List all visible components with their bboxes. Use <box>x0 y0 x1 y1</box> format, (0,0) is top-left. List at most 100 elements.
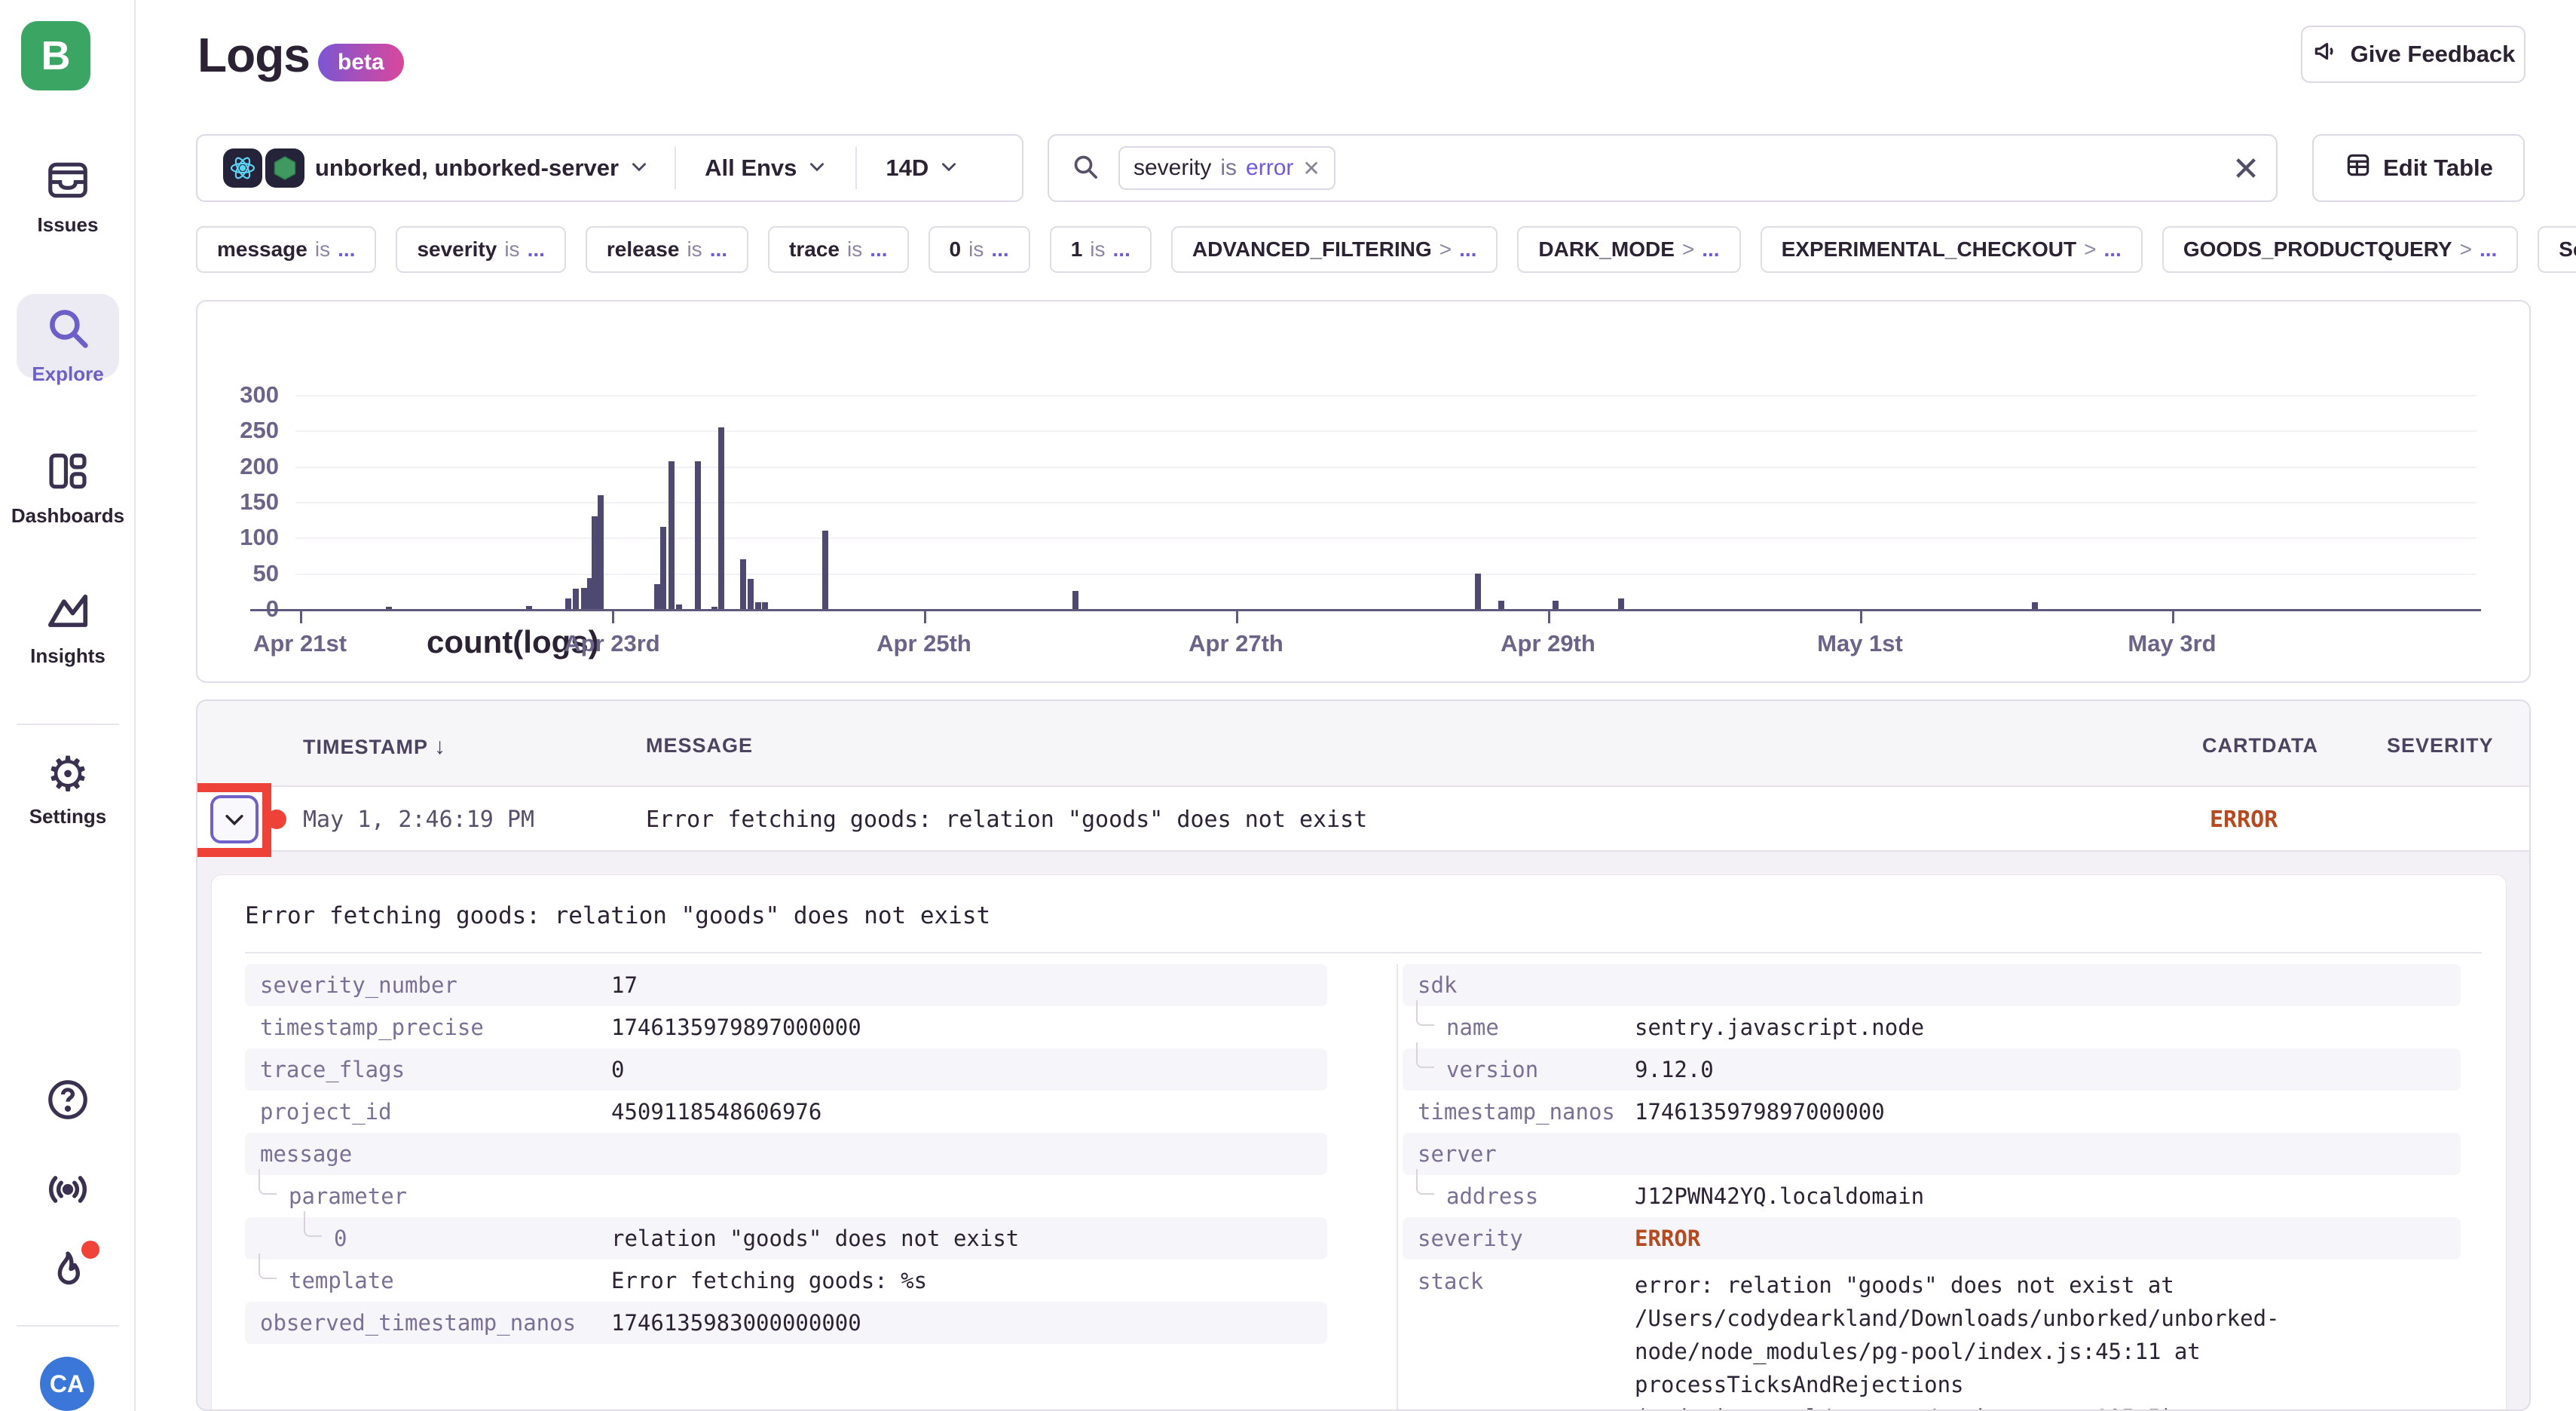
sidebar-item-label: Issues <box>38 213 99 237</box>
tree-connector <box>1416 1169 1434 1195</box>
sidebar-item-dashboards[interactable]: Dashboards <box>0 448 136 528</box>
filter-chip[interactable]: See full list <box>2538 226 2576 273</box>
page-title: Logs <box>197 27 310 83</box>
detail-attribute-row: observed_timestamp_nanos1746135983000000… <box>245 1302 1327 1344</box>
col-severity[interactable]: SEVERITY <box>2387 734 2494 758</box>
y-axis-tick-label: 200 <box>211 453 279 480</box>
chart-bar[interactable] <box>526 606 532 609</box>
chip-key: See full list <box>2559 237 2576 262</box>
chevron-down-icon <box>807 157 827 180</box>
chart-bar[interactable] <box>822 531 828 609</box>
clear-search-button[interactable]: ✕ <box>2225 148 2267 190</box>
logs-table: TIMESTAMP ↓ MESSAGE CARTDATA SEVERITY Ma… <box>196 699 2531 1411</box>
chart-bar[interactable] <box>748 579 754 609</box>
filter-chip[interactable]: traceis... <box>768 226 909 273</box>
chart-bar[interactable] <box>592 516 598 609</box>
chart-bar[interactable] <box>762 602 768 609</box>
chip-op: is <box>315 237 330 262</box>
chart-bar[interactable] <box>565 598 571 609</box>
filter-chip[interactable]: ADVANCED_FILTERING>... <box>1171 226 1498 273</box>
token-remove-icon[interactable]: ✕ <box>1302 156 1320 181</box>
chart-bar[interactable] <box>668 461 675 609</box>
chart-bar[interactable] <box>598 495 604 609</box>
megaphone-icon <box>2311 37 2340 72</box>
chart-bar[interactable] <box>1498 601 1504 609</box>
search-filter-token[interactable]: severity is error ✕ <box>1118 146 1335 190</box>
chart-bar[interactable] <box>695 461 701 609</box>
gridline <box>295 574 2477 575</box>
dashboards-icon <box>44 448 91 498</box>
chip-op: is <box>504 237 519 262</box>
chart-bar[interactable] <box>2032 602 2038 609</box>
attribute-key: 0 <box>334 1226 347 1251</box>
chart-bar[interactable] <box>1475 574 1481 609</box>
chip-op: > <box>1682 237 1694 262</box>
gear-icon: ⚙ <box>46 749 89 799</box>
col-cartdata[interactable]: CARTDATA <box>2202 734 2318 758</box>
chart-bar[interactable] <box>1618 598 1624 609</box>
attribute-key: message <box>260 1141 352 1167</box>
sidebar-item-label: Settings <box>29 805 107 828</box>
attribute-value: 17 <box>611 972 638 998</box>
filter-chip[interactable]: releaseis... <box>586 226 748 273</box>
filter-chip[interactable]: severityis... <box>396 226 565 273</box>
chip-key: ADVANCED_FILTERING <box>1192 237 1432 262</box>
chart-bar[interactable] <box>718 427 724 609</box>
chevron-down-icon <box>629 157 649 180</box>
chart-bar[interactable] <box>660 527 666 609</box>
user-avatar[interactable]: CA <box>40 1357 94 1411</box>
chip-key: EXPERIMENTAL_CHECKOUT <box>1782 237 2077 262</box>
gridline <box>295 430 2477 432</box>
filter-chip[interactable]: DARK_MODE>... <box>1517 226 1740 273</box>
col-message[interactable]: MESSAGE <box>646 734 753 758</box>
attribute-value: J12PWN42YQ.localdomain <box>1635 1183 1924 1209</box>
attribute-key: version <box>1446 1057 1538 1082</box>
environment-selector[interactable]: All Envs <box>676 155 855 182</box>
filter-chip[interactable]: EXPERIMENTAL_CHECKOUT>... <box>1761 226 2143 273</box>
page-filter-bar: unborked, unborked-server All Envs 14D <box>196 134 1023 202</box>
project-selector[interactable]: unborked, unborked-server <box>197 148 675 188</box>
broadcast-button[interactable] <box>0 1165 136 1218</box>
chart-bar[interactable] <box>1553 601 1559 609</box>
sidebar-item-settings[interactable]: ⚙ Settings <box>0 749 136 828</box>
gridline <box>295 467 2477 468</box>
filter-chip[interactable]: GOODS_PRODUCTQUERY>... <box>2162 226 2518 273</box>
chip-key: 0 <box>950 237 962 262</box>
attribute-key: template <box>289 1268 394 1293</box>
help-button[interactable] <box>0 1076 136 1127</box>
attribute-value: 0 <box>611 1057 624 1082</box>
filter-chip[interactable]: 1is... <box>1050 226 1152 273</box>
chart-bar[interactable] <box>755 602 761 609</box>
chart-bar[interactable] <box>386 607 392 609</box>
filter-chip[interactable]: messageis... <box>196 226 376 273</box>
chip-key: trace <box>789 237 840 262</box>
chart-bar[interactable] <box>1072 591 1078 609</box>
col-timestamp[interactable]: TIMESTAMP ↓ <box>303 734 446 760</box>
token-op: is <box>1220 155 1237 181</box>
chart-bar[interactable] <box>676 604 682 609</box>
chart-bar[interactable] <box>573 589 579 609</box>
org-logo[interactable]: B <box>21 21 90 90</box>
sidebar-item-issues[interactable]: Issues <box>0 157 136 237</box>
table-row[interactable]: May 1, 2:46:19 PM Error fetching goods: … <box>197 787 2529 852</box>
date-range-selector[interactable]: 14D <box>857 155 987 182</box>
chart-bar[interactable] <box>711 607 717 609</box>
search-input[interactable]: severity is error ✕ <box>1048 134 2278 202</box>
edit-table-label: Edit Table <box>2383 155 2493 182</box>
chart-bar[interactable] <box>581 588 587 609</box>
sidebar-item-insights[interactable]: Insights <box>0 588 136 668</box>
attribute-key: parameter <box>289 1183 407 1209</box>
give-feedback-button[interactable]: Give Feedback <box>2301 26 2526 83</box>
chip-op: is <box>847 237 862 262</box>
detail-attribute-row: timestamp_nanos1746135979897000000 <box>1403 1091 2461 1133</box>
chart-bar[interactable] <box>654 584 660 609</box>
detail-attribute-row: project_id4509118548606976 <box>245 1091 1327 1133</box>
issues-icon <box>44 157 91 207</box>
sidebar-item-explore[interactable]: Explore <box>0 303 136 386</box>
y-axis-tick-label: 250 <box>211 417 279 444</box>
detail-attribute-row: 0relation "goods" does not exist <box>245 1217 1327 1259</box>
whats-new-button[interactable] <box>0 1247 136 1299</box>
filter-chip[interactable]: 0is... <box>929 226 1030 273</box>
chart-bar[interactable] <box>740 559 746 609</box>
edit-table-button[interactable]: Edit Table <box>2312 134 2525 202</box>
